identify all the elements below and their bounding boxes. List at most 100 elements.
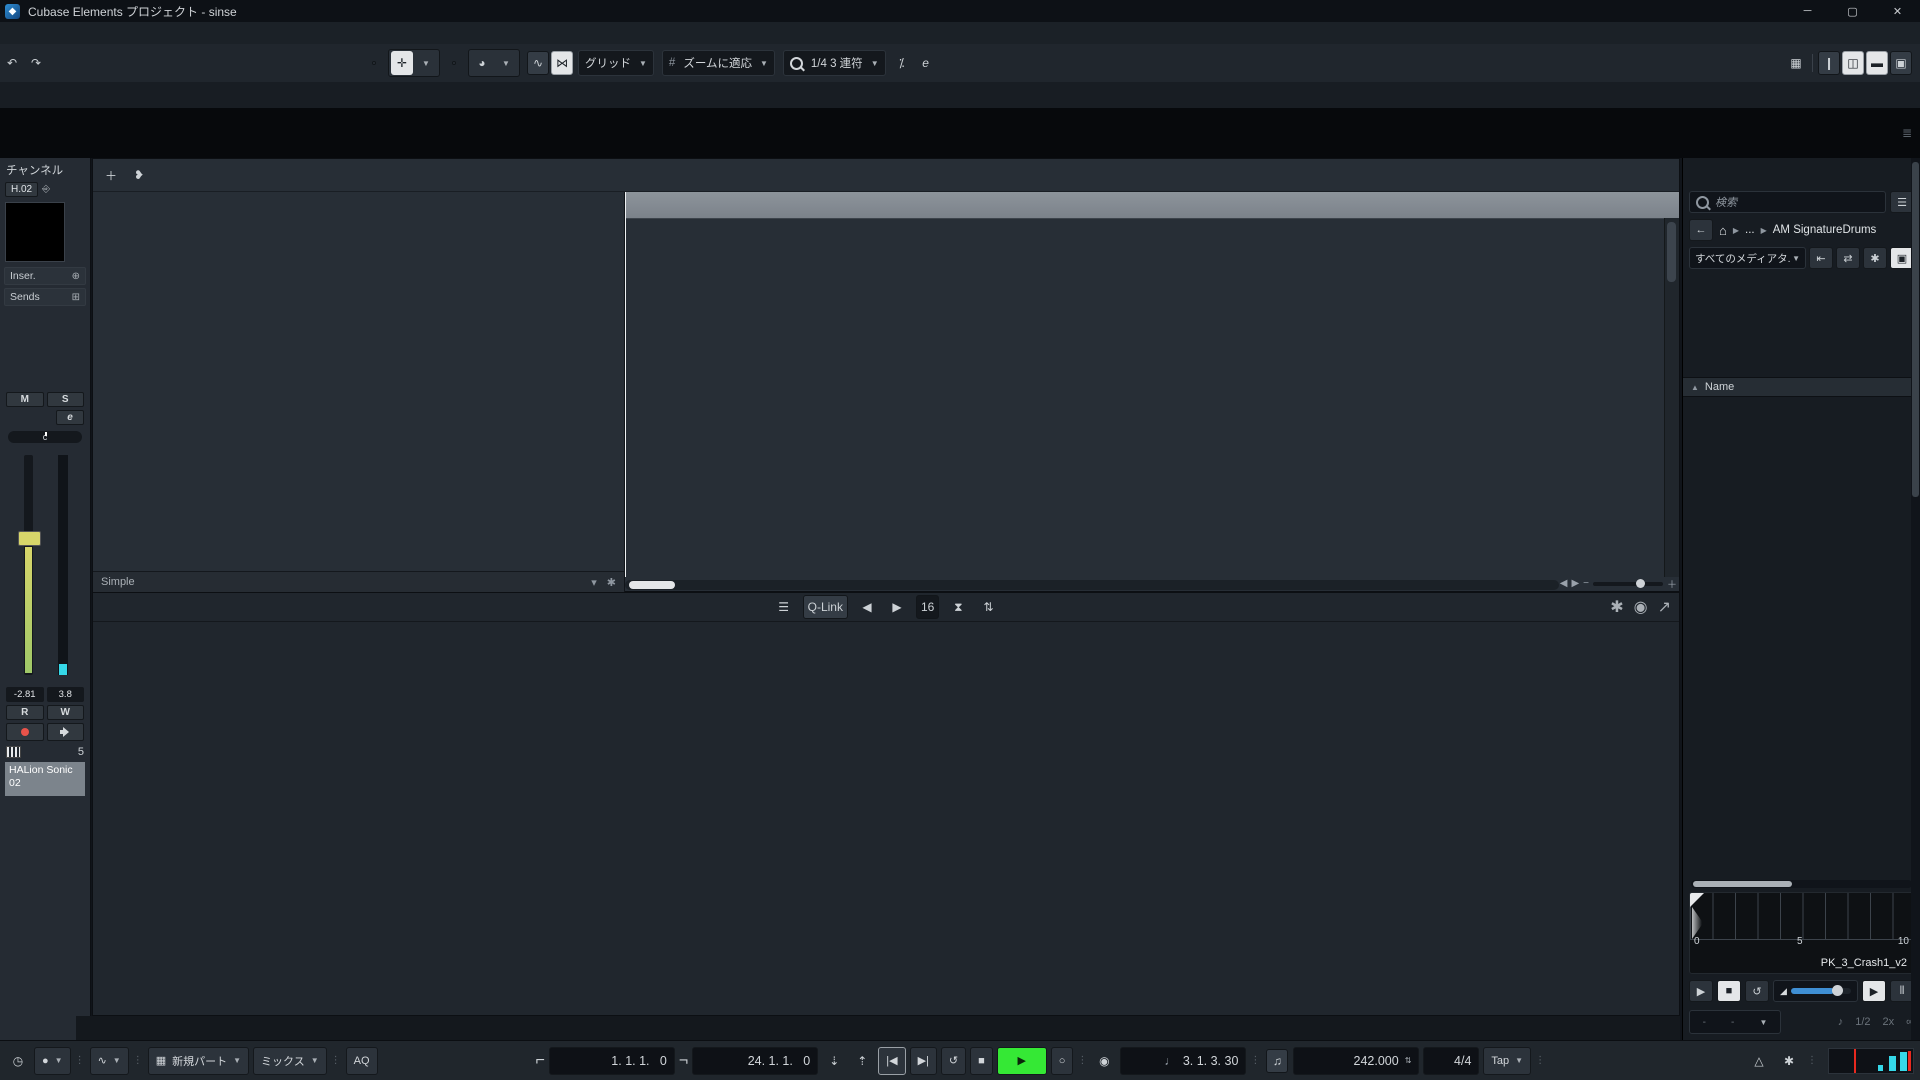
key-select[interactable]: --▼	[1689, 1010, 1781, 1034]
sort-arrow-icon[interactable]: ▲	[1691, 383, 1699, 392]
inspector-pan-control[interactable]: c	[8, 431, 82, 443]
grid-zoom-select[interactable]: #ズームに適応▼	[662, 50, 775, 76]
mixer-racks-icon[interactable]: ☰	[773, 595, 795, 619]
window-layout-icon[interactable]: ▣	[1890, 51, 1912, 75]
volume-knob[interactable]	[1832, 985, 1843, 996]
left-zone-toggle-icon[interactable]: ❙	[1818, 51, 1840, 75]
inspector-record-button[interactable]	[6, 723, 44, 741]
mixer-settings-gear-icon[interactable]: ✱	[1610, 597, 1623, 617]
inspector-write-button[interactable]: W	[47, 705, 85, 720]
inspector-read-button[interactable]: R	[6, 705, 44, 720]
go-to-end-button[interactable]: ▶|	[910, 1047, 937, 1075]
track-picture[interactable]	[5, 202, 65, 262]
record-button[interactable]: ○	[1051, 1047, 1074, 1075]
history-icon[interactable]: ⧗	[947, 595, 969, 619]
jog-icon[interactable]: ◉	[1093, 1049, 1115, 1073]
grid-type-select[interactable]: グリッド▼	[578, 50, 654, 76]
shuffle-results-icon[interactable]: ⇄	[1836, 247, 1860, 269]
auto-quantize-button[interactable]: AQ	[346, 1047, 378, 1075]
timeline-ruler[interactable]	[625, 192, 1679, 219]
media-gear-icon[interactable]: ✱	[1863, 247, 1887, 269]
quantize-select[interactable]: 1/4 3 連符▼	[783, 50, 886, 76]
punch-out-icon[interactable]: ⇡	[851, 1049, 873, 1073]
mixer-open-window-icon[interactable]: ↗	[1658, 597, 1671, 617]
right-locator-icon[interactable]: ¬	[679, 1052, 688, 1070]
preview-loop-icon[interactable]: ↺	[1745, 980, 1769, 1002]
track-filter-icon[interactable]: ❥	[128, 163, 150, 187]
time-signature-value[interactable]: 4/4	[1423, 1047, 1479, 1075]
vertical-scrollbar[interactable]	[1664, 218, 1679, 577]
fader-cap[interactable]	[18, 531, 41, 546]
mixer-snapshot-icon[interactable]: ◉	[1634, 597, 1648, 617]
link-group-value[interactable]: 16	[916, 595, 939, 619]
event-display[interactable]: ◀ ▶ − ＋	[625, 192, 1679, 592]
tempo-track-icon[interactable]: ♫	[1266, 1049, 1288, 1073]
add-track-icon[interactable]: ＋	[100, 163, 122, 187]
play-button[interactable]: ▶	[997, 1047, 1047, 1075]
record-mode-select[interactable]: ●▼	[34, 1047, 71, 1075]
constrain-compensation-icon[interactable]: ◷	[7, 1049, 29, 1073]
auto-fade-icon[interactable]: ∿	[527, 51, 549, 75]
midi-cycle-mode-select[interactable]: ミックス▼	[253, 1047, 327, 1075]
vertical-scroll-thumb[interactable]	[1667, 222, 1676, 282]
sends-add-icon[interactable]: ⊞	[72, 292, 80, 303]
double-tempo-button[interactable]: 2x	[1883, 1016, 1895, 1028]
transport-gear-icon[interactable]: ✱	[1778, 1049, 1800, 1073]
footer-gear-icon[interactable]: ✱	[607, 576, 616, 589]
zoom-slider-knob[interactable]	[1636, 579, 1645, 588]
right-locator-value[interactable]: 24. 1. 1. 0	[692, 1047, 818, 1075]
sends-rack[interactable]: Sends⊞	[4, 288, 86, 306]
inspector-monitor-button[interactable]	[47, 723, 85, 741]
breadcrumb-ellipsis[interactable]: ...	[1745, 224, 1755, 236]
channel-edit-icon[interactable]: ⎆	[42, 184, 50, 195]
footer-dropdown-icon[interactable]: ▾	[591, 576, 597, 589]
minimize-button[interactable]: ─	[1785, 0, 1830, 22]
color-tool-icon[interactable]: ◕	[471, 51, 493, 75]
media-search-input[interactable]: 検索	[1689, 191, 1886, 213]
position-display[interactable]: ♩3. 1. 3. 30	[1120, 1047, 1246, 1075]
zoom-in-icon[interactable]: ＋	[1667, 576, 1677, 591]
media-panel-scrollbar[interactable]	[1911, 158, 1920, 1040]
track-visibility-preset[interactable]: Simple	[101, 576, 135, 588]
channel-sort-icon[interactable]: ⇅	[977, 595, 999, 619]
horizontal-scrollbar[interactable]	[625, 580, 1559, 590]
stop-button[interactable]: ■	[970, 1047, 993, 1075]
redo-icon[interactable]: ↷	[25, 51, 47, 75]
color-tool-dropdown[interactable]: ▼	[495, 51, 517, 75]
maximize-button[interactable]: ▢	[1830, 0, 1875, 22]
close-button[interactable]: ✕	[1875, 0, 1920, 22]
preview-waveform[interactable]: 0 5 10 PK_3_Crash1_v2	[1689, 892, 1914, 974]
audio-record-mode-select[interactable]: ∿▼	[90, 1047, 129, 1075]
punch-in-icon[interactable]: ⇣	[823, 1049, 845, 1073]
channel-right-icon[interactable]: ▶	[886, 595, 908, 619]
go-to-start-button[interactable]: |◀	[878, 1047, 905, 1075]
inspector-mute-button[interactable]: M	[6, 392, 44, 407]
file-list-hscrollbar[interactable]	[1691, 880, 1912, 888]
breadcrumb-current[interactable]: AM SignatureDrums	[1773, 224, 1877, 236]
info-line-handle-icon[interactable]: ≣	[1902, 126, 1920, 140]
auto-play-toggle-icon[interactable]: ▶	[1862, 980, 1886, 1002]
zoom-slider[interactable]	[1593, 582, 1663, 586]
lower-zone-toggle-icon[interactable]: ◫	[1842, 51, 1864, 75]
inspector-solo-button[interactable]: S	[47, 392, 85, 407]
channel-left-icon[interactable]: ◀	[856, 595, 878, 619]
setup-toolbar-icon[interactable]: ▦	[1785, 51, 1807, 75]
quantize-panel-icon[interactable]: e	[915, 51, 937, 75]
scroll-right-icon[interactable]: ▶	[1571, 578, 1579, 589]
inspector-channel-name[interactable]: HALion Sonic 02	[5, 762, 85, 796]
media-home-icon[interactable]: ⌂	[1719, 223, 1727, 238]
inspector-edit-button[interactable]: e	[56, 410, 84, 425]
cycle-button[interactable]: ↺	[941, 1047, 966, 1075]
preview-stop-icon[interactable]: ■	[1717, 980, 1741, 1002]
horizontal-scroll-thumb[interactable]	[629, 581, 675, 589]
inserts-rack[interactable]: Inser.⊕	[4, 267, 86, 285]
inspector-fader[interactable]	[4, 451, 86, 683]
playhead-cursor[interactable]	[625, 192, 626, 577]
tempo-value[interactable]: 242.000⇅	[1293, 1047, 1419, 1075]
auto-scroll-icon[interactable]: ✛	[391, 51, 413, 75]
preview-play-icon[interactable]: ▶	[1689, 980, 1713, 1002]
note-icon[interactable]: ♪	[1838, 1016, 1844, 1028]
reset-filter-icon[interactable]: ⇤	[1809, 247, 1833, 269]
right-zone-toggle-icon[interactable]: ▬	[1866, 51, 1888, 75]
media-back-icon[interactable]: ←	[1689, 219, 1713, 241]
